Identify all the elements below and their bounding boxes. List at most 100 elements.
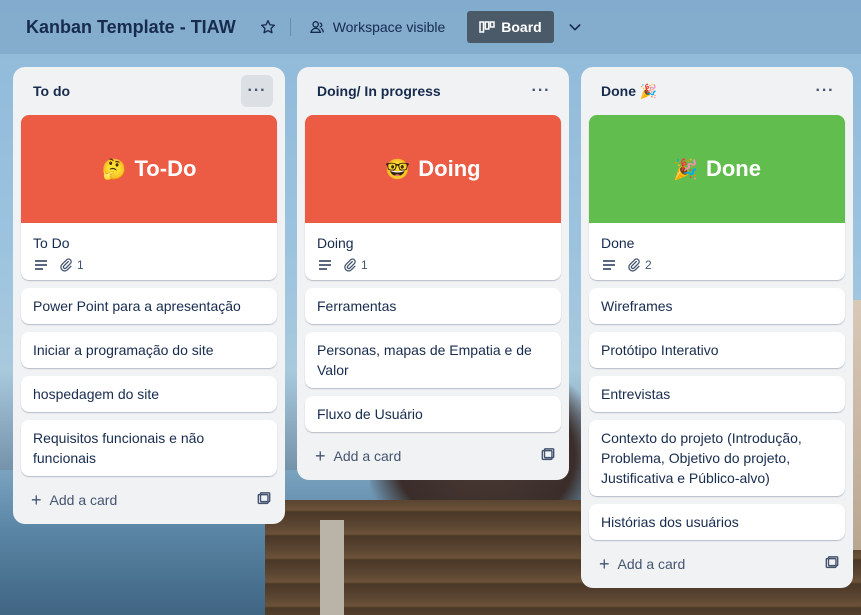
card-title: hospedagem do site xyxy=(33,386,160,402)
card-title: Protótipo Interativo xyxy=(601,342,719,358)
card-title: Iniciar a programação do site xyxy=(33,342,214,358)
create-from-template-button[interactable] xyxy=(825,555,839,573)
list-doing: Doing/ In progress ··· 🤓 Doing Doing 1 F… xyxy=(297,67,569,480)
card-cover: 🤓 Doing xyxy=(305,115,561,223)
list-card[interactable]: Wireframes xyxy=(589,288,845,324)
cover-emoji: 🤔 xyxy=(101,158,127,181)
list-card[interactable]: Power Point para a apresentação xyxy=(21,288,277,324)
star-button[interactable] xyxy=(258,17,278,37)
list-footer: + Add a card xyxy=(305,440,561,472)
list-menu-button[interactable]: ··· xyxy=(809,75,841,107)
background-post xyxy=(320,520,344,615)
list-header: Done 🎉 ··· xyxy=(589,67,845,115)
list-header: To do ··· xyxy=(21,67,277,115)
card-title: Wireframes xyxy=(601,298,673,314)
list-card[interactable]: Personas, mapas de Empatia e de Valor xyxy=(305,332,561,388)
plus-icon: + xyxy=(31,490,42,510)
list-card[interactable]: hospedagem do site xyxy=(21,376,277,412)
list-card[interactable]: Contexto do projeto (Introdução, Problem… xyxy=(589,420,845,496)
cover-emoji: 🤓 xyxy=(385,158,411,181)
chevron-down-icon xyxy=(569,24,581,31)
add-card-label: Add a card xyxy=(333,448,402,464)
description-icon xyxy=(35,260,47,270)
list-menu-button[interactable]: ··· xyxy=(241,75,273,107)
list-header: Doing/ In progress ··· xyxy=(305,67,561,115)
list-card[interactable]: Entrevistas xyxy=(589,376,845,412)
attachment-badge: 1 xyxy=(59,258,84,272)
create-from-template-button[interactable] xyxy=(257,491,271,509)
card-title: To Do xyxy=(33,235,70,251)
list-card[interactable]: Fluxo de Usuário xyxy=(305,396,561,432)
description-badge xyxy=(33,258,49,272)
header-separator xyxy=(289,18,291,36)
list-title[interactable]: Done 🎉 xyxy=(601,83,657,100)
card-title: Done xyxy=(601,235,635,251)
add-card-label: Add a card xyxy=(49,492,118,508)
cover-card[interactable]: 🤓 Doing Doing 1 xyxy=(305,115,561,280)
card-title: Contexto do projeto (Introdução, Problem… xyxy=(601,430,802,486)
card-title: Doing xyxy=(317,235,354,251)
board-view-button[interactable]: Board xyxy=(467,11,554,43)
paperclip-icon xyxy=(344,258,356,272)
plus-icon: + xyxy=(599,554,610,574)
list-title[interactable]: Doing/ In progress xyxy=(317,83,441,99)
view-switcher-button[interactable] xyxy=(564,16,586,38)
visibility-button[interactable]: Workspace visible xyxy=(303,19,452,35)
attachment-count: 2 xyxy=(645,258,652,272)
board-header: Kanban Template - TIAW Workspace visible… xyxy=(0,0,861,54)
list-todo: To do ··· 🤔 To-Do To Do 1 Power Point pa… xyxy=(13,67,285,524)
template-icon xyxy=(541,447,555,460)
list-card[interactable]: Requisitos funcionais e não funcionais xyxy=(21,420,277,476)
card-title: Fluxo de Usuário xyxy=(317,406,423,422)
list-menu-button[interactable]: ··· xyxy=(525,75,557,107)
attachment-badge: 2 xyxy=(627,258,652,272)
template-icon xyxy=(825,555,839,568)
description-badge xyxy=(601,258,617,272)
board-icon xyxy=(479,21,495,33)
cover-text: Done xyxy=(705,156,761,181)
cover-card[interactable]: 🎉 Done Done 2 xyxy=(589,115,845,280)
cover-emoji: 🎉 xyxy=(673,158,698,181)
paperclip-icon xyxy=(60,258,72,272)
card-badges: 1 xyxy=(317,258,549,272)
add-card-button[interactable]: + Add a card xyxy=(315,447,401,465)
card-title: Ferramentas xyxy=(317,298,397,314)
description-icon xyxy=(319,260,331,270)
board-view-label: Board xyxy=(501,19,542,35)
list-done: Done 🎉 ··· 🎉 Done Done 2 Wireframes Prot… xyxy=(581,67,853,588)
create-from-template-button[interactable] xyxy=(541,447,555,465)
people-icon xyxy=(309,21,324,33)
cover-text: To-Do xyxy=(134,156,197,181)
attachment-count: 1 xyxy=(77,258,84,272)
description-badge xyxy=(317,258,333,272)
star-icon xyxy=(260,20,275,34)
attachment-count: 1 xyxy=(361,258,368,272)
card-title: Power Point para a apresentação xyxy=(33,298,241,314)
attachment-badge: 1 xyxy=(343,258,368,272)
card-title: Personas, mapas de Empatia e de Valor xyxy=(317,342,532,378)
list-card[interactable]: Protótipo Interativo xyxy=(589,332,845,368)
plus-icon: + xyxy=(315,446,326,466)
card-title: Histórias dos usuários xyxy=(601,514,739,530)
card-title: Requisitos funcionais e não funcionais xyxy=(33,430,205,466)
board-title[interactable]: Kanban Template - TIAW xyxy=(26,17,236,38)
list-card[interactable]: Iniciar a programação do site xyxy=(21,332,277,368)
add-card-button[interactable]: + Add a card xyxy=(31,491,117,509)
list-card[interactable]: Ferramentas xyxy=(305,288,561,324)
list-title[interactable]: To do xyxy=(33,83,70,99)
card-cover: 🎉 Done xyxy=(589,115,845,223)
card-cover: 🤔 To-Do xyxy=(21,115,277,223)
cover-text: Doing xyxy=(418,156,481,181)
description-icon xyxy=(603,260,615,270)
visibility-label: Workspace visible xyxy=(332,19,446,35)
cover-card[interactable]: 🤔 To-Do To Do 1 xyxy=(21,115,277,280)
paperclip-icon xyxy=(628,258,640,272)
list-card[interactable]: Histórias dos usuários xyxy=(589,504,845,540)
list-footer: + Add a card xyxy=(21,484,277,516)
card-title: Entrevistas xyxy=(601,386,671,402)
template-icon xyxy=(257,491,271,504)
list-footer: + Add a card xyxy=(589,548,845,580)
card-badges: 1 xyxy=(33,258,265,272)
add-card-label: Add a card xyxy=(617,556,686,572)
add-card-button[interactable]: + Add a card xyxy=(599,555,685,573)
